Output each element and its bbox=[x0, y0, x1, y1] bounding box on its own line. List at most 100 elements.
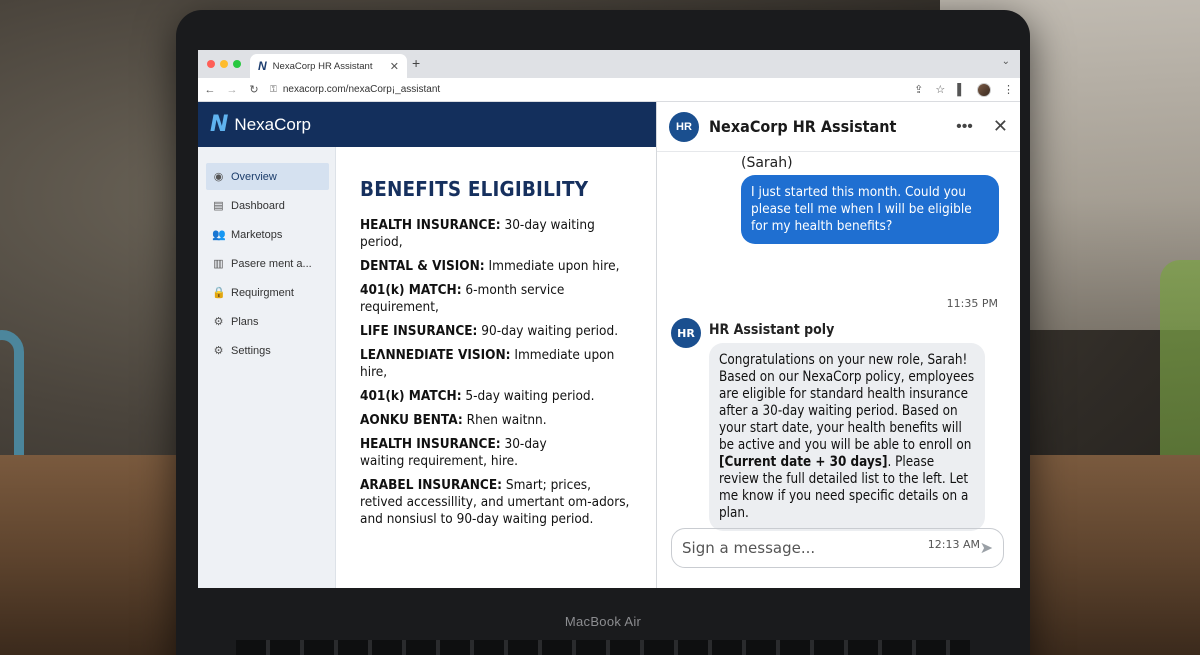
menu-icon[interactable]: ⋮ bbox=[1003, 83, 1014, 96]
toolbar-icons: ⇪ ☆ ▌ ⋮ bbox=[914, 82, 1014, 97]
window-controls bbox=[207, 60, 241, 68]
lock-icon: 🔒 bbox=[212, 287, 226, 299]
chat-title: NexaCorp HR Assistant bbox=[709, 117, 897, 136]
sidebar-item-settings[interactable]: ⚙ Settings bbox=[206, 337, 329, 364]
bot-message-text: Congratulations on your new role, Sarah!… bbox=[719, 352, 977, 522]
page-title: BENEFITS ELIGIBILITY bbox=[360, 177, 589, 201]
send-icon[interactable]: ➤ bbox=[980, 538, 993, 558]
sidebar-item-label: Dashboard bbox=[231, 199, 285, 212]
sidebar-icon[interactable]: ▌ bbox=[957, 84, 965, 96]
benefit-text: 90-day waiting period. bbox=[477, 323, 619, 339]
address-bar: ← → ↻ ⚿ nexacorp.com/nexaCorp¡_assistant… bbox=[198, 78, 1020, 102]
bot-message-highlight: [Current date + 30 days] bbox=[719, 454, 888, 470]
benefit-item: ARABEL INSURANCE: Smart; prices, retived… bbox=[360, 477, 630, 528]
bot-avatar: HR bbox=[671, 318, 701, 348]
benefits-content: BENEFITS ELIGIBILITY HEALTH INSURANCE: 3… bbox=[336, 147, 656, 588]
benefit-label: ARABEL INSURANCE: bbox=[360, 477, 503, 493]
lock-icon: ⚿ bbox=[270, 84, 277, 94]
brand-header: N NexaCorp bbox=[198, 102, 656, 147]
benefit-label: DENTAL & VISION: bbox=[360, 258, 485, 274]
sidebar-item-dashboard[interactable]: ▤ Dashboard bbox=[206, 192, 329, 219]
chevron-down-icon[interactable]: ⌄ bbox=[1002, 56, 1010, 67]
sidebar-item-label: Settings bbox=[231, 344, 271, 357]
bot-message-part: Congratulations on your new role, Sarah!… bbox=[719, 352, 975, 453]
benefit-item: LIFE INSURANCE: 90-day waiting period. bbox=[360, 323, 630, 340]
sidebar-item-label: Requirgment bbox=[231, 286, 294, 299]
close-icon[interactable]: ✕ bbox=[993, 116, 1008, 137]
robot-icon: HR bbox=[676, 120, 692, 133]
browser-tab-bar: N NexaCorp HR Assistant ✕ + ⌄ bbox=[198, 50, 1020, 78]
laptop-model-label: MacBook Air bbox=[564, 614, 642, 629]
message-timestamp: 11:35 PM bbox=[946, 297, 998, 310]
benefit-item: DENTAL & VISION: Immediate upon hire, bbox=[360, 258, 630, 275]
more-options-icon[interactable]: ••• bbox=[956, 118, 973, 136]
close-icon[interactable]: ✕ bbox=[390, 60, 399, 73]
sidebar-item-label: Plans bbox=[231, 315, 259, 328]
benefit-item: HEALTH INSURANCE: 30-day waiting require… bbox=[360, 436, 585, 470]
benefit-item: 401(k) MATCH: 5-day waiting period. bbox=[360, 388, 630, 405]
user-message: I just started this month. Could you ple… bbox=[741, 175, 999, 244]
message-input-box: ➤ bbox=[671, 528, 1004, 568]
sidebar-item-requirgment[interactable]: 🔒 Requirgment bbox=[206, 279, 329, 306]
nexacorp-logo-icon: N bbox=[210, 112, 229, 137]
message-input[interactable] bbox=[682, 539, 980, 557]
bot-message: Congratulations on your new role, Sarah!… bbox=[709, 343, 985, 531]
sidebar-item-plans[interactable]: ⚙ Plans bbox=[206, 308, 329, 335]
people-icon: 👥 bbox=[212, 229, 226, 241]
nexacorp-logo-icon: N bbox=[258, 59, 267, 73]
star-icon[interactable]: ☆ bbox=[935, 83, 945, 96]
forward-icon[interactable]: → bbox=[226, 84, 238, 96]
gear-icon: ⚙ bbox=[213, 345, 224, 357]
user-message-text: I just started this month. Could you ple… bbox=[751, 184, 972, 234]
chat-panel: HR NexaCorp HR Assistant ••• ✕ (Sarah) I… bbox=[656, 102, 1020, 588]
benefit-label: HEALTH INSURANCE: bbox=[360, 436, 501, 452]
bot-avatar: HR bbox=[669, 111, 699, 142]
url-text: nexacorp.com/nexaCorp¡_assistant bbox=[282, 84, 441, 95]
sidebar-item-paserement[interactable]: ▥ Pasere ment a... bbox=[206, 250, 329, 277]
benefit-item: AONKU BENTA: Rhen waitnn. bbox=[360, 412, 630, 429]
brand-name: NexaCorp bbox=[234, 114, 311, 134]
bot-name: HR Assistant poly bbox=[709, 322, 835, 338]
benefit-label: HEALTH INSURANCE: bbox=[360, 217, 501, 233]
tab-title: NexaCorp HR Assistant bbox=[272, 60, 373, 72]
robot-icon: HR bbox=[677, 326, 695, 340]
benefit-item: 401(k) MATCH: 6-month service requiremen… bbox=[360, 282, 630, 316]
benefit-text: 5-day waiting period. bbox=[461, 388, 595, 404]
close-window-button[interactable] bbox=[207, 60, 215, 68]
maximize-window-button[interactable] bbox=[233, 60, 241, 68]
sidebar: ◉ Overview ▤ Dashboard 👥 Marketops ▥ Pas… bbox=[198, 147, 336, 588]
back-icon[interactable]: ← bbox=[204, 84, 216, 96]
sidebar-item-overview[interactable]: ◉ Overview bbox=[206, 163, 329, 190]
chat-header: HR NexaCorp HR Assistant ••• ✕ bbox=[657, 102, 1020, 152]
hr-portal: N NexaCorp ◉ Overview ▤ Dashboard 👥 Mark… bbox=[198, 102, 656, 588]
sidebar-item-label: Pasere ment a... bbox=[231, 257, 312, 270]
minimize-window-button[interactable] bbox=[220, 60, 228, 68]
benefit-label: LIFE INSURANCE: bbox=[360, 323, 478, 339]
app-area: N NexaCorp ◉ Overview ▤ Dashboard 👥 Mark… bbox=[198, 102, 1020, 588]
keyboard bbox=[236, 640, 970, 655]
chat-messages: (Sarah) I just started this month. Could… bbox=[657, 152, 1020, 551]
laptop: N NexaCorp HR Assistant ✕ + ⌄ ← → ↻ ⚿ ne… bbox=[176, 10, 1030, 655]
benefit-label: LEΛNNEDIATE VISION: bbox=[360, 347, 511, 363]
benefit-label: 401(k) MATCH: bbox=[360, 388, 462, 404]
user-name: (Sarah) bbox=[741, 155, 793, 171]
sidebar-item-marketops[interactable]: 👥 Marketops bbox=[206, 221, 329, 248]
benefit-item: LEΛNNEDIATE VISION: Immediate upon hire, bbox=[360, 347, 630, 381]
sidebar-item-label: Marketops bbox=[231, 228, 283, 241]
dashboard-icon: ▤ bbox=[213, 200, 224, 212]
reload-icon[interactable]: ↻ bbox=[248, 83, 260, 96]
browser-tab[interactable]: N NexaCorp HR Assistant ✕ bbox=[250, 54, 407, 78]
benefit-label: 401(k) MATCH: bbox=[360, 282, 462, 298]
document-icon: ▥ bbox=[213, 258, 224, 270]
new-tab-button[interactable]: + bbox=[412, 55, 420, 71]
sidebar-item-label: Overview bbox=[231, 170, 277, 183]
laptop-screen: N NexaCorp HR Assistant ✕ + ⌄ ← → ↻ ⚿ ne… bbox=[198, 50, 1020, 588]
benefit-label: AONKU BENTA: bbox=[360, 412, 463, 428]
url-field[interactable]: ⚿ nexacorp.com/nexaCorp¡_assistant bbox=[270, 84, 904, 95]
share-icon[interactable]: ⇪ bbox=[914, 83, 923, 96]
gear-icon: ⚙ bbox=[213, 316, 224, 328]
benefit-text: Immediate upon hire, bbox=[484, 258, 620, 274]
profile-avatar[interactable] bbox=[977, 82, 991, 97]
overview-icon: ◉ bbox=[213, 171, 224, 183]
benefit-text: Rhen waitnn. bbox=[462, 412, 547, 428]
